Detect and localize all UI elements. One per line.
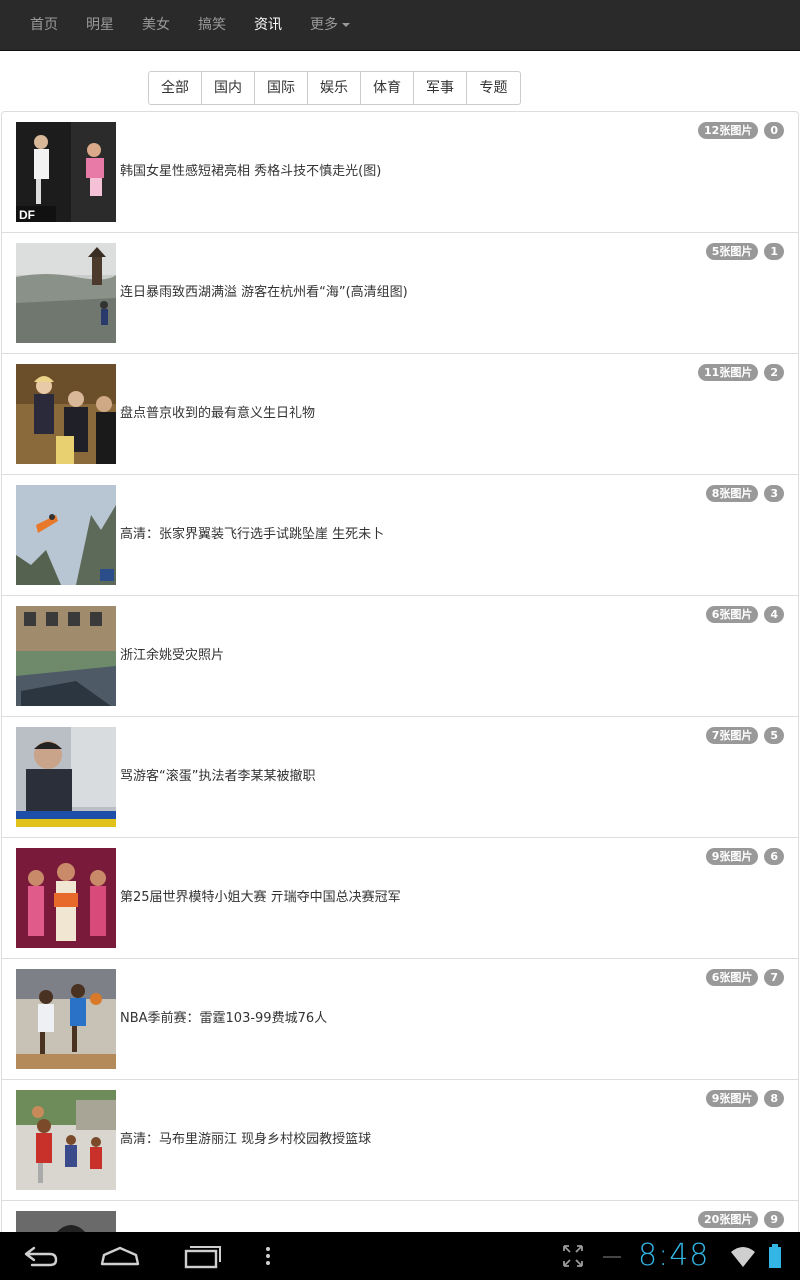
nav-item-stars[interactable]: 明星 — [72, 0, 128, 51]
article-title: NBA季前赛：雷霆103-99费城76人 — [120, 1011, 328, 1026]
index-badge: 8 — [764, 1090, 784, 1107]
index-badge: 6 — [764, 848, 784, 865]
top-navbar: 首页 明星 美女 搞笑 资讯 更多 — [0, 0, 800, 51]
article-thumbnail — [16, 969, 116, 1069]
category-tab-military[interactable]: 军事 — [414, 72, 467, 104]
svg-text:DF: DF — [19, 208, 35, 222]
screen-compat-icon[interactable] — [558, 1240, 588, 1272]
article-badges: 11张图片 2 — [698, 364, 784, 381]
category-tab-domestic[interactable]: 国内 — [202, 72, 255, 104]
article-thumbnail — [16, 606, 116, 706]
nav-item-more-label: 更多 — [310, 16, 338, 33]
article-list: DF 韩国女星性感短裙亮相 秀格斗技不慎走光(图) 12张图片 0 连日暴雨致西… — [1, 111, 799, 1232]
article-badges: 7张图片 5 — [705, 727, 784, 744]
back-icon[interactable] — [12, 1240, 68, 1272]
divider-dash-icon — [600, 1240, 624, 1272]
article-thumbnail — [16, 727, 116, 827]
article-thumbnail: DF — [16, 122, 116, 222]
article-row[interactable]: 20张图片 9 — [2, 1201, 798, 1232]
article-row[interactable]: 第25届世界模特小姐大赛 亓瑞夺中国总决赛冠军 9张图片 6 — [2, 838, 798, 959]
index-badge: 0 — [764, 122, 784, 139]
wifi-icon — [728, 1240, 758, 1272]
nav-item-more[interactable]: 更多 — [296, 0, 364, 51]
battery-icon — [766, 1240, 784, 1272]
category-tab-special[interactable]: 专题 — [467, 72, 520, 104]
article-badges: 20张图片 9 — [698, 1211, 784, 1228]
article-badges: 6张图片 7 — [705, 969, 784, 986]
photo-count-badge: 6张图片 — [705, 606, 759, 623]
category-tab-all[interactable]: 全部 — [149, 72, 202, 104]
category-tab-entertainment[interactable]: 娱乐 — [308, 72, 361, 104]
index-badge: 7 — [764, 969, 784, 986]
article-title: 高清：张家界翼装飞行选手试跳坠崖 生死未卜 — [120, 527, 385, 542]
article-badges: 8张图片 3 — [705, 485, 784, 502]
photo-count-badge: 12张图片 — [698, 122, 759, 139]
article-thumbnail — [16, 848, 116, 948]
category-tabs: 全部 国内 国际 娱乐 体育 军事 专题 — [148, 71, 521, 105]
photo-count-badge: 8张图片 — [705, 485, 759, 502]
index-badge: 2 — [764, 364, 784, 381]
index-badge: 1 — [764, 243, 784, 260]
article-thumbnail — [16, 364, 116, 464]
article-thumbnail — [16, 1090, 116, 1190]
article-title: 浙江余姚受灾照片 — [120, 648, 225, 663]
caret-down-icon — [342, 22, 350, 27]
photo-count-badge: 5张图片 — [705, 243, 759, 260]
recent-apps-icon[interactable] — [172, 1240, 228, 1272]
article-badges: 12张图片 0 — [698, 122, 784, 139]
article-title: 韩国女星性感短裙亮相 秀格斗技不慎走光(图) — [120, 164, 382, 179]
system-nav-bar: 8:48 — [0, 1232, 800, 1280]
index-badge: 4 — [764, 606, 784, 623]
article-badges: 9张图片 8 — [705, 1090, 784, 1107]
article-thumbnail — [16, 1211, 116, 1232]
article-row[interactable]: 高清：张家界翼装飞行选手试跳坠崖 生死未卜 8张图片 3 — [2, 475, 798, 596]
photo-count-badge: 9张图片 — [705, 848, 759, 865]
article-title: 高清：马布里游丽江 现身乡村校园教授篮球 — [120, 1132, 372, 1147]
nav-item-home[interactable]: 首页 — [16, 0, 72, 51]
article-title: 盘点普京收到的最有意义生日礼物 — [120, 406, 316, 421]
photo-count-badge: 6张图片 — [705, 969, 759, 986]
article-title: 连日暴雨致西湖满溢 游客在杭州看“海”(高清组图) — [120, 285, 408, 300]
article-thumbnail — [16, 243, 116, 343]
index-badge: 3 — [764, 485, 784, 502]
article-row[interactable]: 高清：马布里游丽江 现身乡村校园教授篮球 9张图片 8 — [2, 1080, 798, 1201]
photo-count-badge: 9张图片 — [705, 1090, 759, 1107]
index-badge: 9 — [764, 1211, 784, 1228]
menu-icon[interactable] — [254, 1240, 282, 1272]
photo-count-badge: 20张图片 — [698, 1211, 759, 1228]
article-title: 骂游客“滚蛋”执法者李某某被撤职 — [120, 769, 316, 784]
article-badges: 9张图片 6 — [705, 848, 784, 865]
nav-item-news[interactable]: 资讯 — [240, 0, 296, 51]
photo-count-badge: 11张图片 — [698, 364, 759, 381]
status-clock: 8:48 — [638, 1238, 710, 1273]
category-tab-international[interactable]: 国际 — [255, 72, 308, 104]
category-tab-sports[interactable]: 体育 — [361, 72, 414, 104]
article-row[interactable]: 连日暴雨致西湖满溢 游客在杭州看“海”(高清组图) 5张图片 1 — [2, 233, 798, 354]
index-badge: 5 — [764, 727, 784, 744]
article-title: 第25届世界模特小姐大赛 亓瑞夺中国总决赛冠军 — [120, 890, 401, 905]
nav-item-beauty[interactable]: 美女 — [128, 0, 184, 51]
nav-item-funny[interactable]: 搞笑 — [184, 0, 240, 51]
article-badges: 6张图片 4 — [705, 606, 784, 623]
article-row[interactable]: 盘点普京收到的最有意义生日礼物 11张图片 2 — [2, 354, 798, 475]
article-badges: 5张图片 1 — [705, 243, 784, 260]
article-thumbnail — [16, 485, 116, 585]
app-root: 首页 明星 美女 搞笑 资讯 更多 全部 国内 国际 娱乐 体育 军事 专题 D… — [0, 0, 800, 1280]
article-row[interactable]: 骂游客“滚蛋”执法者李某某被撤职 7张图片 5 — [2, 717, 798, 838]
article-row[interactable]: DF 韩国女星性感短裙亮相 秀格斗技不慎走光(图) 12张图片 0 — [2, 112, 798, 233]
home-icon[interactable] — [92, 1240, 148, 1272]
article-row[interactable]: 浙江余姚受灾照片 6张图片 4 — [2, 596, 798, 717]
photo-count-badge: 7张图片 — [705, 727, 759, 744]
article-row[interactable]: NBA季前赛：雷霆103-99费城76人 6张图片 7 — [2, 959, 798, 1080]
